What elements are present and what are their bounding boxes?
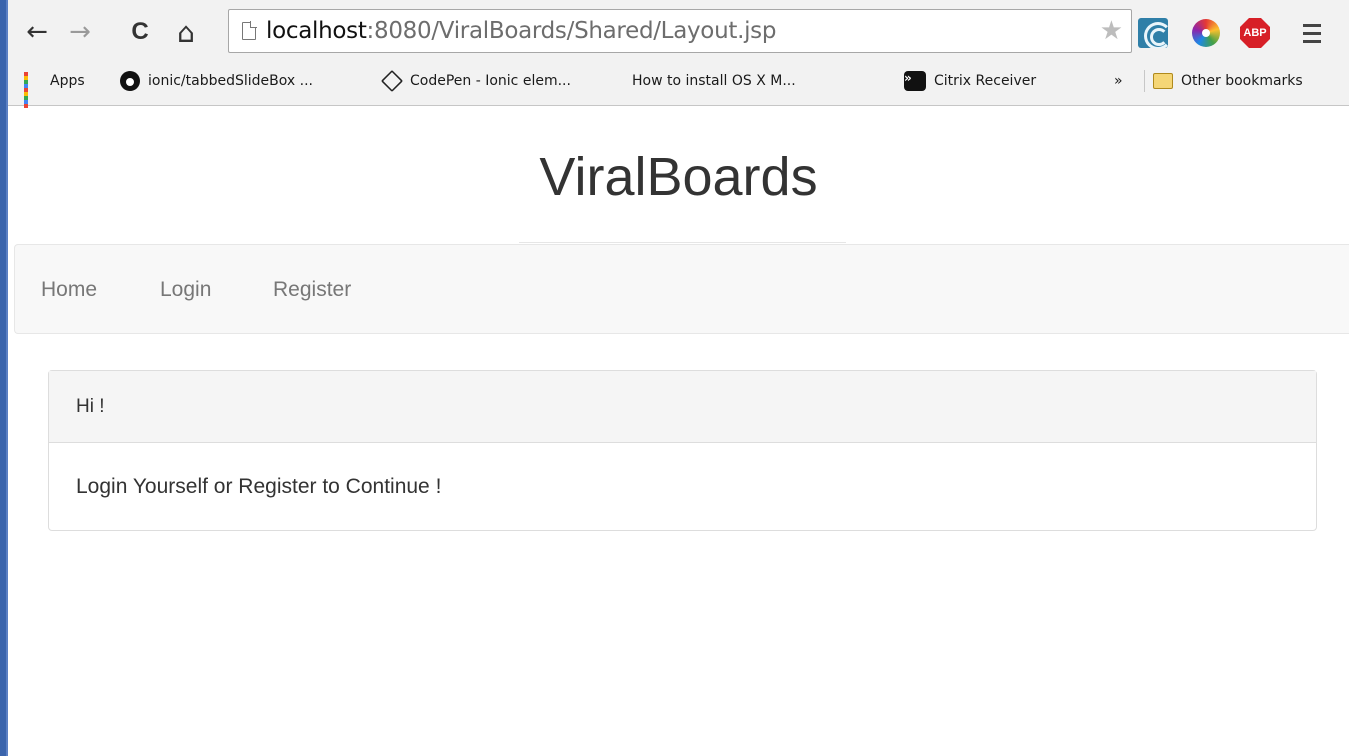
adblock-icon: ABP xyxy=(1240,18,1270,48)
nav-register[interactable]: Register xyxy=(273,245,351,335)
hamburger-line xyxy=(1303,39,1321,43)
extension-button-3[interactable]: ABP xyxy=(1238,16,1272,50)
bookmark-label: How to install OS X M... xyxy=(632,73,796,89)
panel-heading: Hi ! xyxy=(49,371,1316,443)
hamburger-line xyxy=(1303,23,1321,27)
bookmark-label: CodePen - Ionic elem... xyxy=(410,73,571,89)
hamburger-line xyxy=(1303,31,1321,35)
title-divider xyxy=(519,242,846,243)
bookmark-label: ionic/tabbedSlideBox ... xyxy=(148,73,313,89)
welcome-panel: Hi ! Login Yourself or Register to Conti… xyxy=(48,370,1317,531)
bookmark-label: Citrix Receiver xyxy=(934,73,1037,89)
bookmark-label: Apps xyxy=(50,73,85,89)
folder-icon xyxy=(1153,73,1173,89)
navbar: Home Login Register xyxy=(14,244,1349,334)
chevron-double-right-icon: » xyxy=(1114,73,1123,89)
bookmark-codepen[interactable]: CodePen - Ionic elem... xyxy=(380,60,571,102)
extension-button-2[interactable] xyxy=(1189,16,1223,50)
home-button[interactable]: ⌂ xyxy=(171,12,201,52)
site-title: ViralBoards xyxy=(539,147,818,207)
bookmark-label: Other bookmarks xyxy=(1181,73,1303,89)
reload-button[interactable]: C xyxy=(125,12,155,52)
address-bar[interactable]: localhost:8080/ViralBoards/Shared/Layout… xyxy=(228,9,1132,53)
citrix-icon: » xyxy=(904,71,926,91)
codepen-icon xyxy=(380,69,404,93)
star-icon[interactable]: ★ xyxy=(1100,16,1123,46)
apps-grid-dot xyxy=(24,104,28,108)
extension-button-1[interactable] xyxy=(1136,16,1170,50)
citrix-extension-icon xyxy=(1138,18,1168,48)
browser-chrome: ← → C ⌂ localhost:8080/ViralBoards/Share… xyxy=(8,0,1349,108)
bookmark-osx[interactable]: How to install OS X M... xyxy=(624,60,796,102)
bookmarks-bar: Apps ionic/tabbedSlideBox ... CodePen - … xyxy=(8,60,1349,108)
page-icon xyxy=(242,21,257,40)
browser-toolbar: ← → C ⌂ localhost:8080/ViralBoards/Share… xyxy=(8,6,1349,58)
color-picker-icon xyxy=(1192,19,1220,47)
github-icon xyxy=(120,71,140,91)
bookmark-citrix[interactable]: » Citrix Receiver xyxy=(904,60,1036,102)
url-host: localhost xyxy=(266,18,367,44)
window-edge-highlight xyxy=(6,0,8,756)
nav-login[interactable]: Login xyxy=(160,245,211,335)
bookmark-github[interactable]: ionic/tabbedSlideBox ... xyxy=(120,60,313,102)
bookmarks-divider xyxy=(1144,70,1145,92)
bookmark-apps[interactable]: Apps xyxy=(24,60,85,108)
apps-grid-icon xyxy=(24,72,42,108)
arrow-right-icon: → xyxy=(69,17,91,47)
reload-icon: C xyxy=(131,18,149,45)
home-icon: ⌂ xyxy=(177,15,195,49)
browser-menu-button[interactable] xyxy=(1292,14,1332,52)
bookmarks-overflow-button[interactable]: » xyxy=(1114,60,1123,102)
arrow-left-icon: ← xyxy=(26,17,48,47)
forward-button[interactable]: → xyxy=(65,12,95,52)
bookmark-other[interactable]: Other bookmarks xyxy=(1153,60,1303,102)
url-text: localhost:8080/ViralBoards/Shared/Layout… xyxy=(266,18,776,44)
url-path: :8080/ViralBoards/Shared/Layout.jsp xyxy=(366,18,777,44)
panel-body: Login Yourself or Register to Continue ! xyxy=(76,475,442,498)
nav-home[interactable]: Home xyxy=(41,245,97,335)
back-button[interactable]: ← xyxy=(22,12,52,52)
